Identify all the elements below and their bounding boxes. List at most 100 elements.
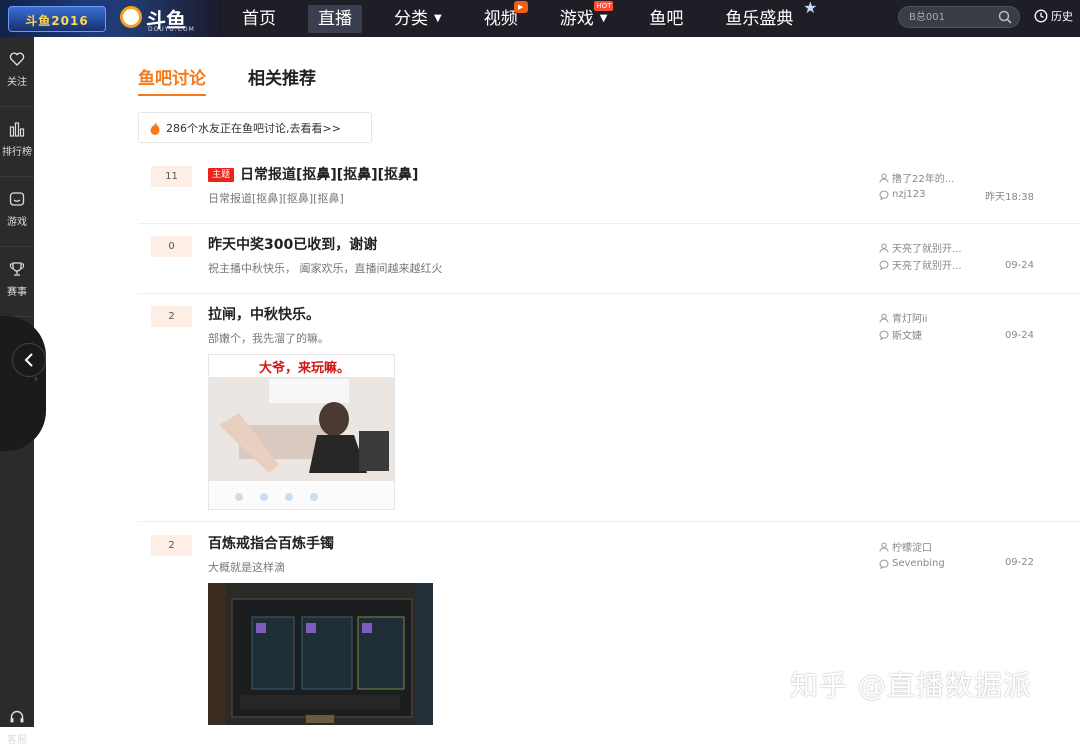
post-item[interactable]: 0 昨天中奖300已收到，谢谢 祝主播中秋快乐， 阖家欢乐，直播间越来越红火 天… <box>138 236 1080 294</box>
post-summary: 部嫩个，我先溜了的嘛。 <box>208 332 329 345</box>
post-time: 09-24 <box>1004 260 1034 271</box>
clock-icon <box>1034 9 1048 23</box>
sidebar-item-label: 赛事 <box>7 287 27 298</box>
sidebar-service-label: 客服 <box>7 735 27 746</box>
nav-games[interactable]: 游戏 ▼ HOT <box>550 0 618 33</box>
post-last-reply[interactable]: Sevenbing <box>879 555 945 572</box>
author-name: 撸了22年的... <box>892 174 955 185</box>
user-icon <box>879 313 889 323</box>
gamepad-icon <box>9 192 25 206</box>
fish-logo-icon <box>120 6 142 28</box>
headset-icon <box>10 710 24 723</box>
post-last-reply[interactable]: nzj123 <box>879 186 954 203</box>
heart-icon <box>9 52 25 66</box>
user-icon <box>879 542 889 552</box>
nav-fishbar[interactable]: 鱼吧 <box>639 5 693 33</box>
user-icon <box>879 173 889 183</box>
post-meta: 青灯阿ii 斯文婕 <box>879 309 928 343</box>
post-title-link[interactable]: 拉闸，中秋快乐。 <box>208 304 320 324</box>
sidebar-item-label: 游戏 <box>7 217 27 228</box>
nav-category[interactable]: 分类 ▼ <box>384 5 452 33</box>
post-time: 昨天18:38 <box>985 192 1034 203</box>
watermark-text: 知乎 @直播数据派 <box>790 669 1032 702</box>
post-time: 09-24 <box>1004 330 1034 341</box>
post-meta: 撸了22年的... nzj123 <box>879 169 954 203</box>
post-title-link[interactable]: 百炼戒指合百炼手镯 <box>208 533 334 553</box>
last-reply-name: nzj123 <box>892 189 926 200</box>
chevron-down-icon: ▼ <box>599 12 608 24</box>
tab-recommended[interactable]: 相关推荐 <box>248 64 316 96</box>
search-icon[interactable] <box>998 10 1012 24</box>
content-tabs: 鱼吧讨论 相关推荐 <box>138 64 358 96</box>
last-reply-name: Sevenbing <box>892 558 945 569</box>
nav-category-label: 分类 <box>394 8 428 29</box>
sidebar-item-ranking[interactable]: 排行榜 <box>0 107 34 177</box>
history-button[interactable]: 历史 <box>1034 8 1073 24</box>
reply-count: 2 <box>151 535 192 556</box>
comment-icon <box>879 330 889 340</box>
post-item[interactable]: 11 主题 日常报道[抠鼻][抠鼻][抠鼻] 日常报道[抠鼻][抠鼻][抠鼻] 撸… <box>138 166 1080 224</box>
nav-video-label: 视频 <box>483 8 518 29</box>
image-caption: 大爷，来玩嘛。 <box>259 361 351 376</box>
sidebar-item-events[interactable]: 赛事 <box>0 247 34 317</box>
reply-count: 2 <box>151 306 192 327</box>
post-image[interactable]: 大爷，来玩嘛。 <box>208 354 395 510</box>
chevron-left-icon <box>24 353 33 367</box>
tab-fishbar-discussion[interactable]: 鱼吧讨论 <box>138 64 206 96</box>
user-icon <box>879 243 889 253</box>
topic-tag: 主题 <box>208 168 235 182</box>
post-author[interactable]: 柠檬淀口 <box>879 538 945 555</box>
discussion-notice-link[interactable]: 286个水友正在鱼吧讨论,去看看>> <box>138 112 372 143</box>
post-title-link[interactable]: 昨天中奖300已收到，谢谢 <box>208 234 377 254</box>
post-item[interactable]: 2 拉闸，中秋快乐。 部嫩个，我先溜了的嘛。 青灯阿ii 斯文婕 09-24 大… <box>138 306 1080 522</box>
post-summary: 祝主播中秋快乐， 阖家欢乐，直播间越来越红火 <box>208 262 443 275</box>
nav-home[interactable]: 首页 <box>232 5 286 33</box>
post-last-reply[interactable]: 天亮了就别开... <box>879 256 962 273</box>
sidebar-item-label: 排行榜 <box>2 147 32 158</box>
post-meta: 柠檬淀口 Sevenbing <box>879 538 945 572</box>
chevron-down-icon: ▼ <box>434 12 442 24</box>
last-reply-name: 天亮了就别开... <box>892 261 962 272</box>
collapse-sidebar-button[interactable] <box>12 343 46 377</box>
douyu-logo[interactable]: 斗鱼 DOUYU.COM <box>120 4 194 33</box>
search-input[interactable] <box>909 10 999 25</box>
event-banner-logo[interactable]: 斗鱼2016 <box>8 6 106 32</box>
nav-live-label: 直播 <box>318 8 352 29</box>
post-last-reply[interactable]: 斯文婕 <box>879 326 928 343</box>
sidebar-item-service[interactable]: 客服 <box>0 709 34 746</box>
comment-icon <box>879 559 889 569</box>
nav-festival-label: 鱼乐盛典 <box>725 8 794 29</box>
trophy-icon <box>9 262 25 276</box>
author-name: 柠檬淀口 <box>892 543 932 554</box>
flame-icon <box>150 121 160 135</box>
main-nav: 首页 直播 分类 ▼ 视频 ▶ 游戏 ▼ HOT 鱼吧 鱼乐盛典 ★ <box>232 0 825 37</box>
nav-live[interactable]: 直播 <box>308 4 362 33</box>
post-title-link[interactable]: 主题 日常报道[抠鼻][抠鼻][抠鼻] <box>208 164 418 184</box>
hot-badge: HOT <box>594 0 614 11</box>
post-title: 昨天中奖300已收到，谢谢 <box>208 237 378 253</box>
post-summary: 大概就是这样滴 <box>208 561 285 574</box>
sidebar-item-games[interactable]: 游戏 <box>0 177 34 247</box>
post-author[interactable]: 天亮了就别开... <box>879 239 962 256</box>
notice-text: 286个水友正在鱼吧讨论,去看看>> <box>166 121 341 135</box>
nav-fishbar-label: 鱼吧 <box>649 8 684 29</box>
reply-count: 11 <box>151 166 192 187</box>
star-icon: ★ <box>803 0 818 17</box>
post-author[interactable]: 青灯阿ii <box>879 309 928 326</box>
sidebar-flyout-tab <box>0 316 46 451</box>
game-screenshot-image <box>208 583 433 725</box>
author-name: 青灯阿ii <box>892 314 928 325</box>
nav-home-label: 首页 <box>242 8 276 29</box>
post-title: 拉闸，中秋快乐。 <box>208 307 320 323</box>
logo-area[interactable]: 斗鱼2016 斗鱼 DOUYU.COM <box>0 0 222 37</box>
history-label: 历史 <box>1051 10 1073 23</box>
author-name: 天亮了就别开... <box>892 244 962 255</box>
sidebar-item-label: 关注 <box>7 77 27 88</box>
nav-video[interactable]: 视频 ▶ <box>474 0 528 33</box>
post-image[interactable] <box>208 583 433 725</box>
play-badge-icon: ▶ <box>513 0 528 13</box>
post-time: 09-22 <box>1004 557 1034 568</box>
nav-festival[interactable]: 鱼乐盛典 ★ <box>715 0 817 33</box>
post-author[interactable]: 撸了22年的... <box>879 169 954 186</box>
sidebar-item-follow[interactable]: 关注 <box>0 37 34 107</box>
